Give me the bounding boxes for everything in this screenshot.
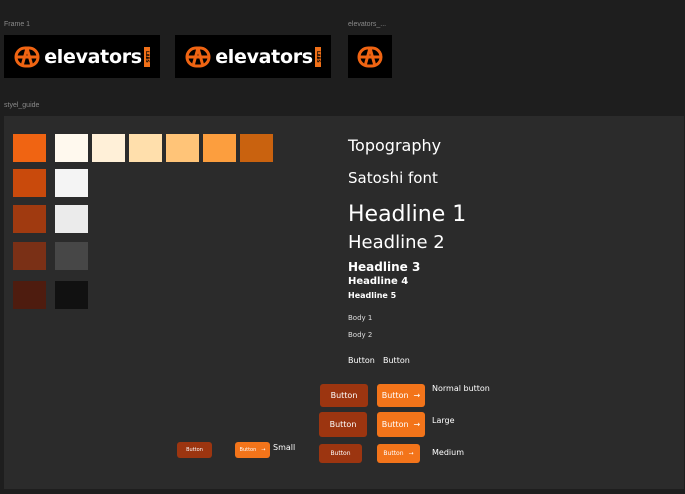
button-label: Button xyxy=(383,450,404,457)
typography-title: Topography xyxy=(348,136,442,155)
color-swatch[interactable] xyxy=(55,281,88,309)
color-swatch[interactable] xyxy=(203,134,236,162)
logo-frame-icon[interactable] xyxy=(348,35,392,78)
color-swatch[interactable] xyxy=(166,134,199,162)
color-swatch[interactable] xyxy=(55,242,88,270)
small-dark-button[interactable]: Button xyxy=(177,442,212,458)
labs-tag: LABS xyxy=(314,46,321,67)
normal-dark-button[interactable]: Button xyxy=(320,384,368,407)
logo-frame-2[interactable]: elevators LABS xyxy=(175,35,331,78)
color-swatch[interactable] xyxy=(240,134,273,162)
color-swatch[interactable] xyxy=(13,205,46,233)
color-swatch[interactable] xyxy=(129,134,162,162)
normal-orange-button[interactable]: Button → xyxy=(377,384,425,407)
color-swatch[interactable] xyxy=(13,169,46,197)
medium-dark-button[interactable]: Button xyxy=(319,444,362,463)
medium-label: Medium xyxy=(432,448,464,457)
logo-frame-1[interactable]: elevators LABS xyxy=(4,35,160,78)
color-swatch[interactable] xyxy=(13,134,46,162)
elevator-logo-icon xyxy=(357,46,383,67)
headline-1: Headline 1 xyxy=(348,202,467,227)
elevator-logo-icon xyxy=(185,46,211,67)
large-dark-button[interactable]: Button xyxy=(319,412,367,437)
body-1: Body 1 xyxy=(348,314,373,322)
logo-wordmark: elevators xyxy=(44,45,142,68)
button-label: Button xyxy=(381,391,409,400)
button-label: Button xyxy=(330,450,351,457)
small-label: Small xyxy=(273,443,296,452)
button-text-sample-bold: Button xyxy=(383,356,410,365)
arrow-right-icon: → xyxy=(413,420,421,429)
color-swatch[interactable] xyxy=(92,134,125,162)
medium-orange-button[interactable]: Button → xyxy=(377,444,420,463)
arrow-right-icon: → xyxy=(408,450,414,457)
color-swatch[interactable] xyxy=(55,134,88,162)
button-label: Button xyxy=(330,391,358,400)
arrow-right-icon: → xyxy=(413,391,421,400)
large-label: Large xyxy=(432,416,455,425)
style-guide-frame[interactable]: Topography Satoshi font Headline 1 Headl… xyxy=(4,116,684,489)
body-2: Body 2 xyxy=(348,331,373,339)
headline-2: Headline 2 xyxy=(348,232,445,253)
large-orange-button[interactable]: Button → xyxy=(377,412,425,437)
labs-tag: LABS xyxy=(143,46,150,67)
elevator-logo-icon xyxy=(14,46,40,67)
button-label: Button xyxy=(239,447,257,453)
color-swatch[interactable] xyxy=(13,242,46,270)
color-swatch[interactable] xyxy=(13,281,46,309)
font-name: Satoshi font xyxy=(348,169,438,187)
headline-5: Headline 5 xyxy=(348,291,397,300)
button-label: Button xyxy=(186,447,203,453)
button-label: Button xyxy=(381,420,409,429)
normal-button-label: Normal button xyxy=(432,384,490,393)
color-swatch[interactable] xyxy=(55,205,88,233)
frame-label[interactable]: Frame 1 xyxy=(4,21,30,28)
color-swatch[interactable] xyxy=(55,169,88,197)
arrow-right-icon: → xyxy=(261,447,266,453)
frame-label-elevators[interactable]: elevators_... xyxy=(348,21,386,28)
button-label: Button xyxy=(329,420,357,429)
headline-4: Headline 4 xyxy=(348,276,409,287)
small-orange-button[interactable]: Button → xyxy=(235,442,270,458)
logo-wordmark: elevators xyxy=(215,45,313,68)
frame-label-style-guide[interactable]: styel_guide xyxy=(4,102,39,109)
button-text-sample: Button xyxy=(348,356,375,365)
headline-3: Headline 3 xyxy=(348,260,421,274)
